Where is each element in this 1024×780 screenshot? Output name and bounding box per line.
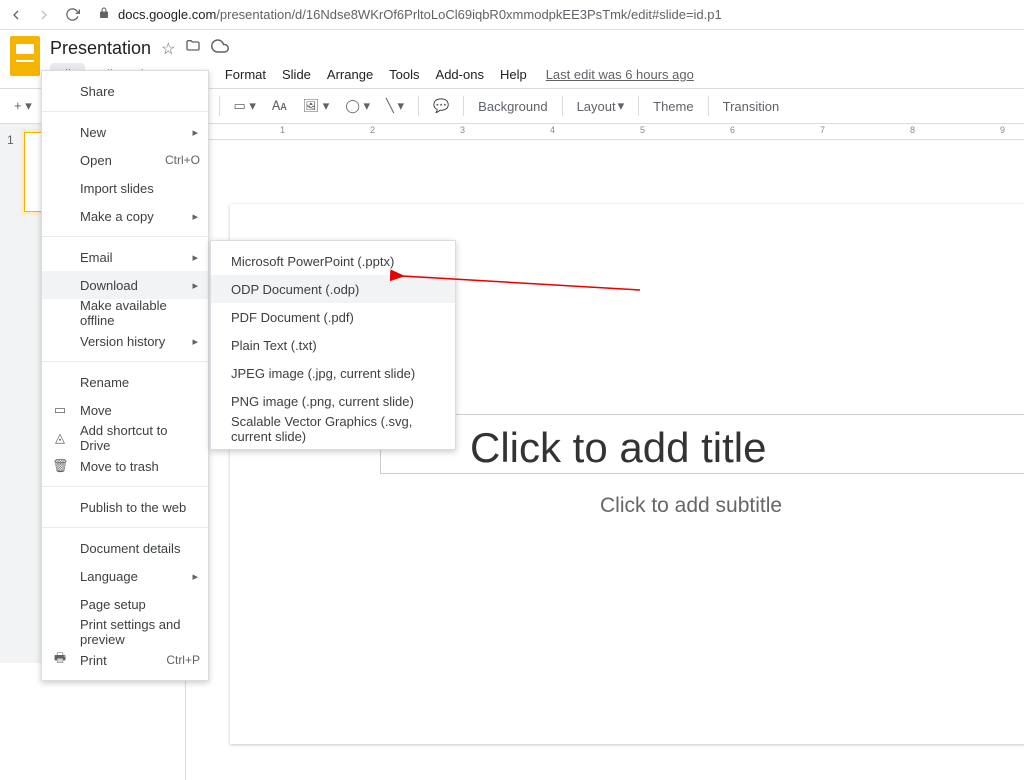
download-odp[interactable]: ODP Document (.odp) (211, 275, 455, 303)
chevron-right-icon: ▸ (192, 570, 198, 583)
download-jpg[interactable]: JPEG image (.jpg, current slide) (211, 359, 455, 387)
menu-language[interactable]: Language▸ (42, 562, 208, 590)
menu-add-shortcut[interactable]: ◬Add shortcut to Drive (42, 424, 208, 452)
menu-open[interactable]: OpenCtrl+O (42, 146, 208, 174)
menu-print[interactable]: 🖶PrintCtrl+P (42, 646, 208, 674)
print-icon: 🖶 (52, 649, 68, 671)
separator (562, 96, 563, 116)
separator (463, 96, 464, 116)
new-slide-button[interactable]: + ▾ (8, 94, 38, 118)
layout-button[interactable]: Layout ▾ (571, 94, 631, 118)
star-icon[interactable]: ☆ (161, 39, 175, 59)
separator (42, 527, 208, 528)
chevron-right-icon: ▸ (192, 279, 198, 292)
menu-import-slides[interactable]: Import slides (42, 174, 208, 202)
menu-rename[interactable]: Rename (42, 368, 208, 396)
trash-icon: 🗑 (52, 458, 68, 474)
select-tool-icon[interactable]: ▭ ▾ (228, 94, 262, 118)
move-folder-icon[interactable] (185, 38, 201, 59)
chevron-right-icon: ▸ (192, 210, 198, 223)
menu-email[interactable]: Email▸ (42, 243, 208, 271)
transition-button[interactable]: Transition (717, 95, 786, 118)
download-txt[interactable]: Plain Text (.txt) (211, 331, 455, 359)
separator (418, 96, 419, 116)
menu-tools[interactable]: Tools (382, 63, 426, 86)
forward-icon[interactable] (36, 7, 52, 23)
background-button[interactable]: Background (472, 95, 553, 118)
url-bar[interactable]: docs.google.com/presentation/d/16Ndse8WK… (92, 7, 1016, 22)
menu-arrange[interactable]: Arrange (320, 63, 380, 86)
separator (42, 361, 208, 362)
menu-slide[interactable]: Slide (275, 63, 318, 86)
lock-icon (98, 7, 110, 22)
last-edit-link[interactable]: Last edit was 6 hours ago (546, 67, 694, 82)
chevron-right-icon: ▸ (192, 126, 198, 139)
menu-format[interactable]: Format (218, 63, 273, 86)
separator (219, 96, 220, 116)
shape-icon[interactable]: ◯ ▾ (339, 94, 376, 118)
download-pdf[interactable]: PDF Document (.pdf) (211, 303, 455, 331)
slides-logo-icon[interactable] (10, 36, 40, 76)
chevron-right-icon: ▸ (192, 251, 198, 264)
menu-addons[interactable]: Add-ons (429, 63, 491, 86)
chevron-right-icon: ▸ (192, 335, 198, 348)
browser-bar: docs.google.com/presentation/d/16Ndse8WK… (0, 0, 1024, 30)
menu-doc-details[interactable]: Document details (42, 534, 208, 562)
image-icon[interactable]: 🖼 ▾ (297, 94, 336, 118)
slide-title-placeholder[interactable]: Click to add title (470, 424, 766, 472)
thumb-number: 1 (7, 133, 14, 147)
separator (42, 486, 208, 487)
download-svg[interactable]: Scalable Vector Graphics (.svg, current … (211, 415, 455, 443)
folder-move-icon: ▭ (52, 402, 68, 418)
comment-icon[interactable]: 💬 (427, 94, 455, 118)
separator (42, 111, 208, 112)
doc-title[interactable]: Presentation (50, 36, 151, 61)
slide-subtitle-placeholder[interactable]: Click to add subtitle (600, 494, 782, 518)
cloud-status-icon[interactable] (211, 37, 229, 60)
menu-help[interactable]: Help (493, 63, 534, 86)
menu-download[interactable]: Download▸ (42, 271, 208, 299)
menu-print-preview[interactable]: Print settings and preview (42, 618, 208, 646)
separator (42, 236, 208, 237)
menu-page-setup[interactable]: Page setup (42, 590, 208, 618)
separator (638, 96, 639, 116)
menu-trash[interactable]: 🗑Move to trash (42, 452, 208, 480)
menu-move[interactable]: ▭Move (42, 396, 208, 424)
url-host: docs.google.com (118, 7, 216, 22)
menu-publish[interactable]: Publish to the web (42, 493, 208, 521)
menu-offline[interactable]: Make available offline (42, 299, 208, 327)
file-menu-dropdown: Share New▸ OpenCtrl+O Import slides Make… (41, 70, 209, 681)
line-icon[interactable]: ╲ ▾ (380, 94, 410, 118)
textbox-icon[interactable]: 🗛 (266, 94, 293, 118)
back-icon[interactable] (8, 7, 24, 23)
menu-share[interactable]: Share (42, 77, 208, 105)
ruler-horizontal: 1 2 3 4 5 6 7 8 9 10 (170, 124, 1024, 140)
download-png[interactable]: PNG image (.png, current slide) (211, 387, 455, 415)
url-path: /presentation/d/16Ndse8WKrOf6PrltoLoCl69… (216, 7, 721, 22)
menu-new[interactable]: New▸ (42, 118, 208, 146)
menu-make-copy[interactable]: Make a copy▸ (42, 202, 208, 230)
reload-icon[interactable] (64, 7, 80, 23)
theme-button[interactable]: Theme (647, 95, 699, 118)
separator (708, 96, 709, 116)
drive-shortcut-icon: ◬ (52, 430, 68, 446)
download-submenu: Microsoft PowerPoint (.pptx) ODP Documen… (210, 240, 456, 450)
download-pptx[interactable]: Microsoft PowerPoint (.pptx) (211, 247, 455, 275)
menu-version-history[interactable]: Version history▸ (42, 327, 208, 355)
